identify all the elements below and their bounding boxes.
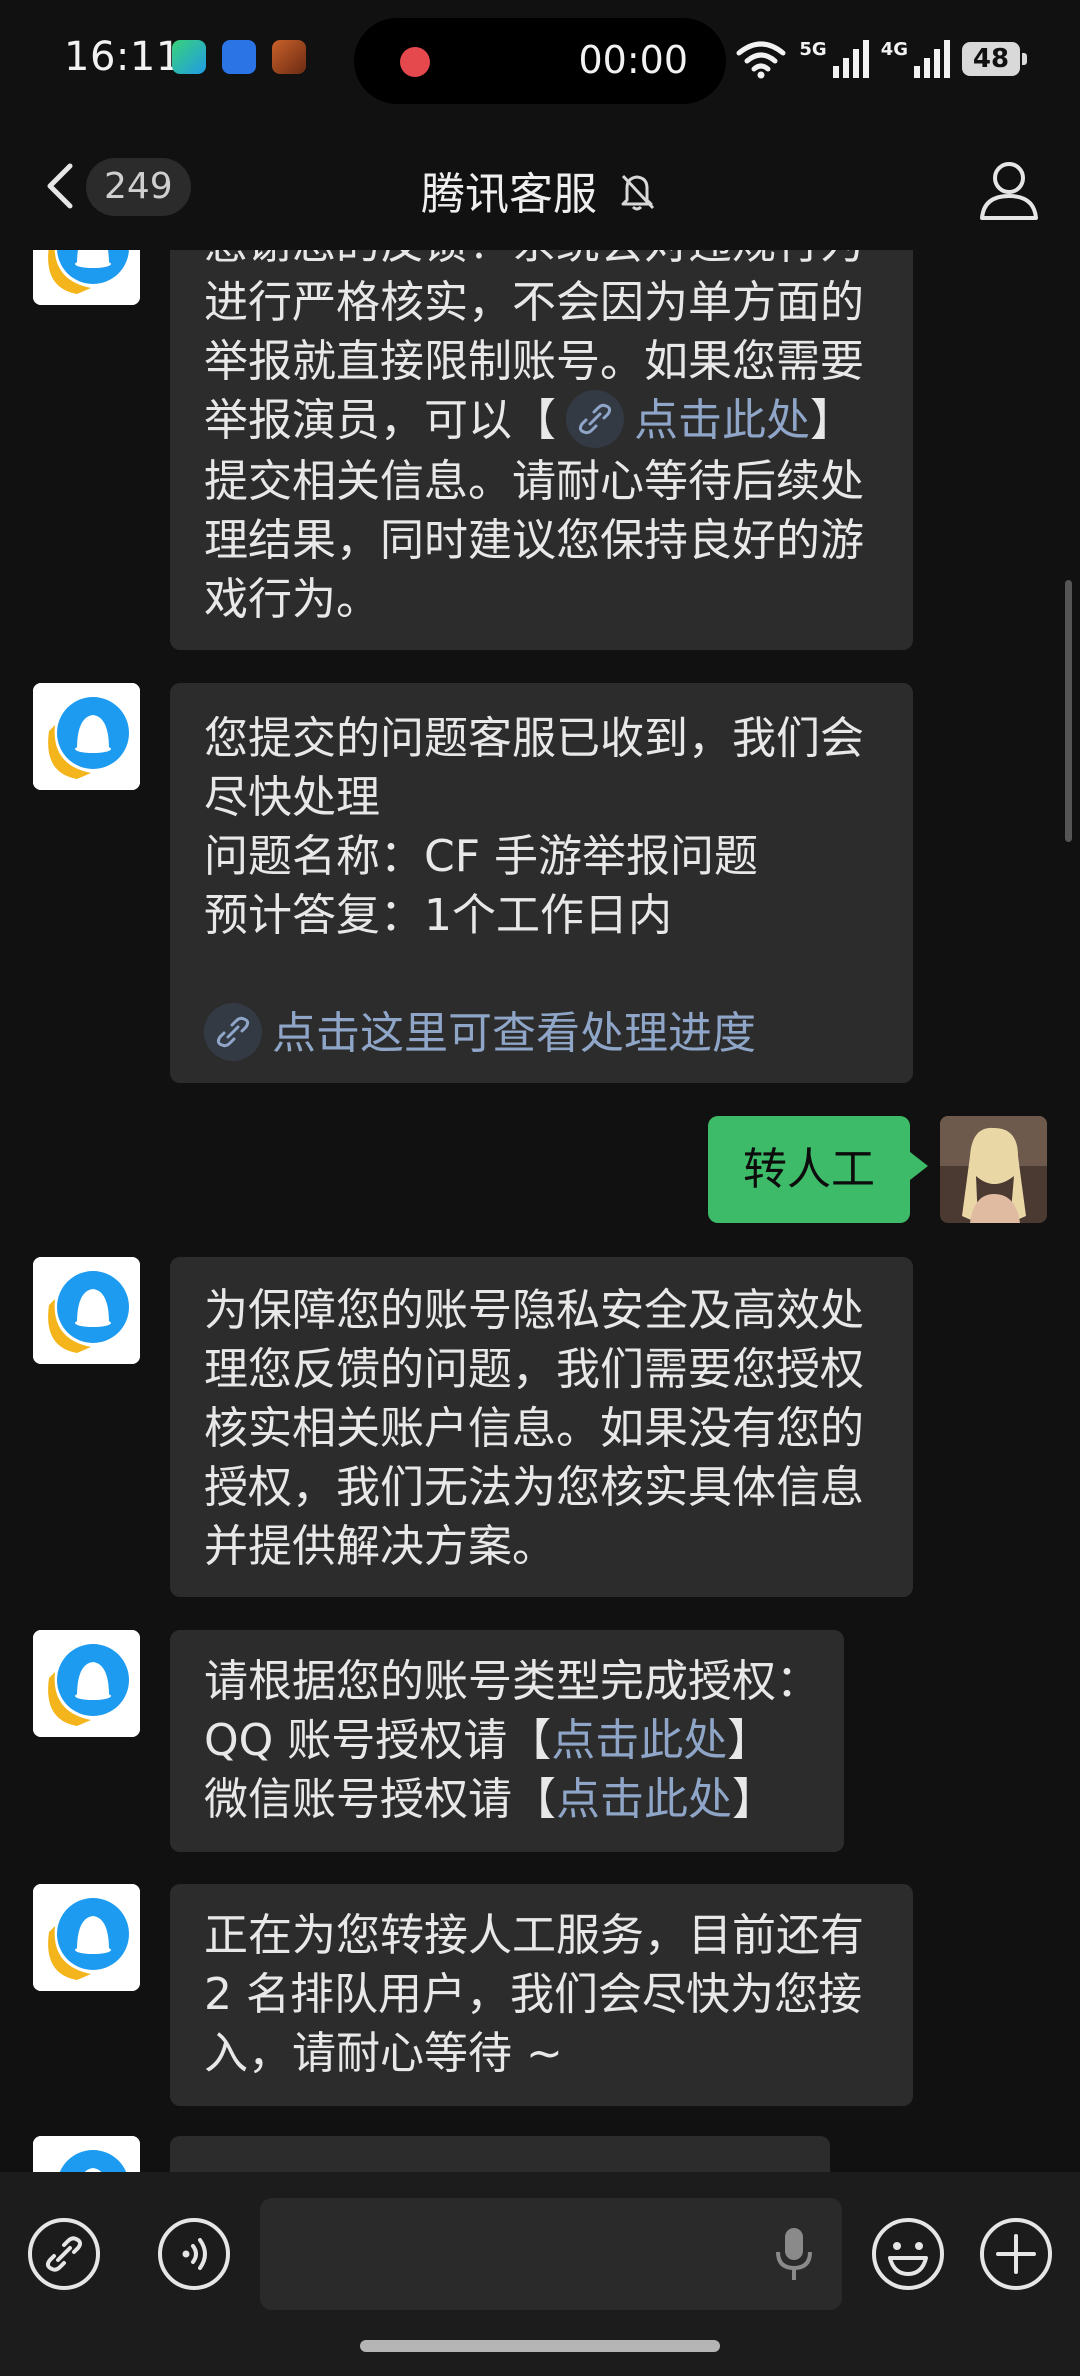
click-here-link[interactable]: 点击此处 — [634, 395, 810, 446]
message-line: 进行严格核实，不会因为单方面的 — [204, 277, 864, 328]
user-avatar-photo-icon — [940, 1116, 1047, 1223]
message-line: 举报演员，可以【 点击此处】 — [204, 390, 879, 452]
message-text: 】 — [732, 1774, 776, 1825]
qq-service-logo-icon — [33, 1257, 140, 1364]
status-bar: 16:11 00:00 5G 4G 48 — [0, 0, 1080, 118]
qq-service-logo-icon — [33, 683, 140, 790]
yupao-live-icon — [222, 40, 256, 74]
progress-link-row[interactable]: 点击这里可查看处理进度 — [204, 1003, 879, 1065]
emoji-icon[interactable] — [870, 2216, 946, 2292]
service-avatar[interactable] — [33, 2136, 140, 2172]
message-line: 理您反馈的问题，我们需要您授权 — [204, 1344, 864, 1395]
profile-icon[interactable] — [976, 156, 1042, 222]
message-bubble: 感谢您的反馈！系统会对违规行为 进行严格核实，不会因为单方面的 举报就直接限制账… — [170, 250, 913, 650]
message-line: 2 名排队用户，我们会尽快为您接 — [204, 1969, 862, 2020]
message-bubble: 您提交的问题客服已收到，我们会 尽快处理 问题名称：CF 手游举报问题 预计答复… — [170, 683, 913, 1083]
service-avatar[interactable] — [33, 683, 140, 790]
message-line: 预计答复：1个工作日内 — [204, 890, 672, 941]
message-input[interactable] — [260, 2198, 842, 2310]
qq-service-logo-icon — [33, 250, 140, 305]
chat-header: 249 腾讯客服 — [0, 118, 1080, 250]
message-line: 入，请耐心等待 ~ — [204, 2028, 563, 2079]
message-line: 尽快处理 — [204, 772, 380, 823]
service-avatar[interactable] — [33, 1630, 140, 1737]
message-bubble — [170, 2136, 830, 2172]
screen-recording-pill[interactable]: 00:00 — [354, 18, 726, 104]
plus-icon[interactable] — [978, 2216, 1054, 2292]
chat-title: 腾讯客服 — [421, 169, 597, 220]
user-message-bubble: 转人工 — [708, 1116, 928, 1223]
message-text: 举报演员，可以【 — [204, 395, 556, 446]
message-line: 提交相关信息。请耐心等待后续处 — [204, 456, 864, 507]
qq-service-logo-icon — [33, 2136, 140, 2172]
wifi-icon — [736, 41, 786, 79]
user-avatar[interactable] — [940, 1116, 1047, 1223]
message-text: 】 — [727, 1715, 772, 1766]
user-message-text: 转人工 — [743, 1144, 875, 1195]
message-line: 授权，我们无法为您核实具体信息 — [204, 1462, 864, 1513]
chat-message-list[interactable]: 感谢您的反馈！系统会对违规行为 进行严格核实，不会因为单方面的 举报就直接限制账… — [0, 250, 1080, 2172]
status-indicators: 5G 4G 48 — [735, 34, 1027, 84]
message-line: 感谢您的反馈！系统会对违规行为 — [204, 250, 879, 273]
message-line: 核实相关账户信息。如果没有您的 — [204, 1403, 864, 1454]
wechat-auth-line: 微信账号授权请【点击此处】 — [204, 1770, 810, 1829]
qq-service-logo-icon — [33, 1884, 140, 1991]
message-line: 您提交的问题客服已收到，我们会 — [204, 713, 864, 764]
message-text: QQ 账号授权请【 — [204, 1715, 552, 1766]
message-line: 举报就直接限制账号。如果您需要 — [204, 336, 864, 387]
message-line: 问题名称：CF 手游举报问题 — [204, 831, 759, 882]
service-avatar[interactable] — [33, 1884, 140, 1991]
game-icon — [272, 40, 306, 74]
message-line: 理结果，同时建议您保持良好的游 — [204, 515, 864, 566]
service-avatar[interactable] — [33, 250, 140, 305]
signal-icon — [914, 40, 950, 78]
link-chain-icon — [566, 390, 624, 448]
message-text: 微信账号授权请【 — [204, 1774, 556, 1825]
network-4g-label: 4G — [880, 38, 908, 60]
chat-scrollbar[interactable] — [1065, 580, 1072, 842]
qq-auth-link[interactable]: 点击此处 — [551, 1715, 727, 1766]
network-5g-label: 5G — [799, 38, 827, 60]
chat-title-area: 腾讯客服 — [0, 158, 1080, 222]
app-icon — [172, 40, 206, 74]
message-bubble: 为保障您的账号隐私安全及高效处 理您反馈的问题，我们需要您授权 核实相关账户信息… — [170, 1257, 913, 1597]
service-avatar[interactable] — [33, 1257, 140, 1364]
message-line: 正在为您转接人工服务，目前还有 — [204, 1910, 864, 1961]
message-line: 请根据您的账号类型完成授权： — [204, 1656, 820, 1707]
check-progress-link[interactable]: 点击这里可查看处理进度 — [272, 1008, 756, 1059]
status-time: 16:11 — [64, 34, 182, 80]
battery-level: 48 — [972, 44, 1010, 74]
message-line: 为保障您的账号隐私安全及高效处 — [204, 1285, 864, 1336]
battery-icon: 48 — [962, 42, 1027, 76]
qq-auth-line: QQ 账号授权请【点击此处】 — [204, 1711, 810, 1770]
wechat-auth-link[interactable]: 点击此处 — [556, 1774, 732, 1825]
signal-icon — [832, 40, 869, 78]
record-dot-icon — [400, 47, 430, 77]
message-line: 戏行为。 — [204, 574, 380, 625]
bell-muted-icon — [621, 174, 655, 211]
qq-service-logo-icon — [33, 1630, 140, 1737]
link-icon[interactable] — [26, 2216, 102, 2292]
home-indicator[interactable] — [360, 2340, 720, 2352]
link-chain-icon — [204, 1003, 262, 1061]
mic-icon[interactable] — [772, 2224, 816, 2284]
message-bubble: 正在为您转接人工服务，目前还有 2 名排队用户，我们会尽快为您接 入，请耐心等待… — [170, 1884, 913, 2106]
recording-time: 00:00 — [578, 38, 688, 82]
message-bubble: 请根据您的账号类型完成授权： QQ 账号授权请【点击此处】 微信账号授权请【点击… — [170, 1630, 844, 1852]
message-line: 并提供解决方案。 — [204, 1521, 556, 1572]
voice-icon[interactable] — [156, 2216, 232, 2292]
message-text: 】 — [810, 395, 854, 446]
